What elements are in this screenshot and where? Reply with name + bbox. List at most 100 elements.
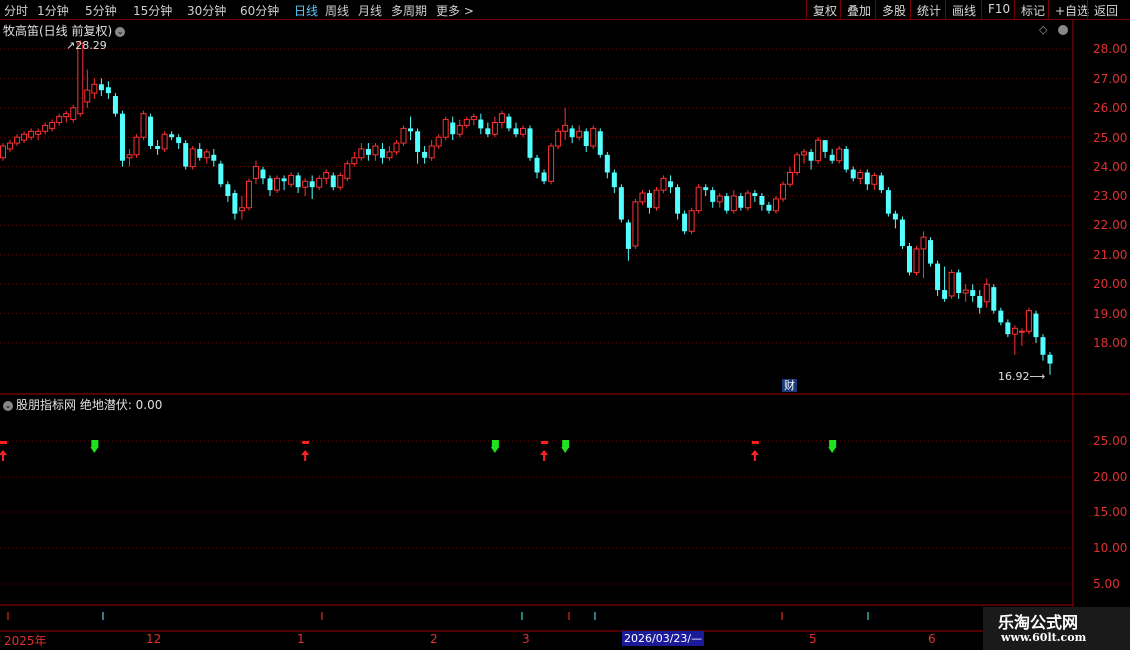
candle-body <box>962 289 969 294</box>
candle-body <box>49 122 56 129</box>
candle-body <box>983 283 990 303</box>
y-tick: 27.00 <box>1093 72 1128 86</box>
candle-body <box>379 148 385 158</box>
buy-signal-bar <box>302 441 310 444</box>
candle-body <box>555 130 562 147</box>
candle-body <box>28 130 35 138</box>
indicator-y-tick: 10.00 <box>1093 541 1128 555</box>
candle-body <box>1033 313 1039 338</box>
candle-body <box>133 136 140 156</box>
candle-body <box>169 134 175 138</box>
date-label: 6 <box>928 632 936 646</box>
candle-body <box>351 157 358 165</box>
sell-signal-bar <box>91 440 99 448</box>
candle-body <box>864 172 870 185</box>
candle-body <box>7 142 14 150</box>
candle-body <box>653 189 660 209</box>
candle-body <box>766 204 772 211</box>
candle-body <box>618 187 624 220</box>
chart-grid <box>0 48 1073 620</box>
candle-body <box>942 290 948 299</box>
candle-body <box>112 96 118 114</box>
candle-body <box>189 148 196 168</box>
candle-body <box>63 113 70 118</box>
candle-body <box>660 177 667 191</box>
candle-body <box>232 193 238 214</box>
candle-body <box>991 287 997 311</box>
candle-body <box>330 175 336 188</box>
candle-body <box>245 180 252 209</box>
sell-arrow-icon <box>490 447 499 453</box>
candle-body <box>562 124 569 132</box>
candle-body <box>478 119 484 129</box>
candle-body <box>794 154 801 173</box>
candle-body <box>358 148 365 159</box>
candle-body <box>611 172 617 188</box>
candle-body <box>956 272 962 294</box>
candle-body <box>84 89 91 103</box>
signals <box>0 440 837 461</box>
candle-body <box>885 190 891 214</box>
candle-body <box>309 181 315 188</box>
candle-body <box>197 148 203 158</box>
candle-body <box>576 130 583 138</box>
candle-body <box>534 157 540 173</box>
candle-body <box>42 124 49 132</box>
candle-body <box>759 196 765 205</box>
candle-body <box>1011 327 1018 335</box>
high-arrow-icon: ↗ <box>66 39 76 52</box>
y-tick: 25.00 <box>1093 131 1128 145</box>
sell-arrow-icon <box>561 447 570 453</box>
candle-body <box>316 177 323 188</box>
candle-body <box>948 271 955 297</box>
date-label: 1 <box>297 632 305 646</box>
y-tick: 28.00 <box>1093 42 1128 56</box>
candle-body <box>527 128 533 158</box>
buy-signal-bar <box>751 441 759 444</box>
candle-body <box>1047 354 1053 364</box>
candle-body <box>695 186 702 212</box>
candle-body <box>98 84 104 91</box>
candle-body <box>498 113 505 123</box>
candle-body <box>710 190 716 202</box>
candle-body <box>252 166 259 179</box>
candle-body <box>808 151 814 161</box>
candle-body <box>140 113 147 138</box>
candle-body <box>281 178 287 182</box>
candle-body <box>668 181 674 188</box>
candle-body <box>583 131 589 147</box>
candle-body <box>548 145 555 182</box>
candle-body <box>716 195 723 203</box>
candle-body <box>843 148 849 170</box>
indicator-y-tick: 25.00 <box>1093 434 1128 448</box>
sell-arrow-icon <box>90 447 99 453</box>
buy-arrow-icon <box>540 450 549 461</box>
candle-body <box>267 178 273 191</box>
candle-body <box>906 245 912 273</box>
candle-body <box>977 295 983 308</box>
candle-body <box>519 127 526 135</box>
finance-badge[interactable]: 财 <box>782 379 797 392</box>
candle-body <box>203 151 210 159</box>
buy-signal-bar <box>0 441 7 444</box>
watermark-url: www.60lt.com <box>1001 631 1087 644</box>
high-price-label: ↗28.29 <box>66 39 107 52</box>
candle-body <box>148 116 154 147</box>
candle-body <box>625 222 631 249</box>
candle-body <box>752 193 758 196</box>
y-tick: 20.00 <box>1093 277 1128 291</box>
sell-signal-bar <box>562 440 570 448</box>
candle-body <box>801 151 808 156</box>
candle-body <box>632 201 639 247</box>
y-tick: 18.00 <box>1093 336 1128 350</box>
candle-body <box>211 154 217 161</box>
candle-body <box>878 175 884 191</box>
candle-body <box>35 130 42 135</box>
candle-body <box>485 128 491 135</box>
buy-signal-bar <box>541 441 549 444</box>
date-label: 2025年 <box>4 634 47 648</box>
y-tick: 26.00 <box>1093 101 1128 115</box>
candle-body <box>646 193 652 208</box>
chevron-down-icon[interactable]: ⌄ <box>3 400 13 411</box>
y-tick: 21.00 <box>1093 248 1128 262</box>
